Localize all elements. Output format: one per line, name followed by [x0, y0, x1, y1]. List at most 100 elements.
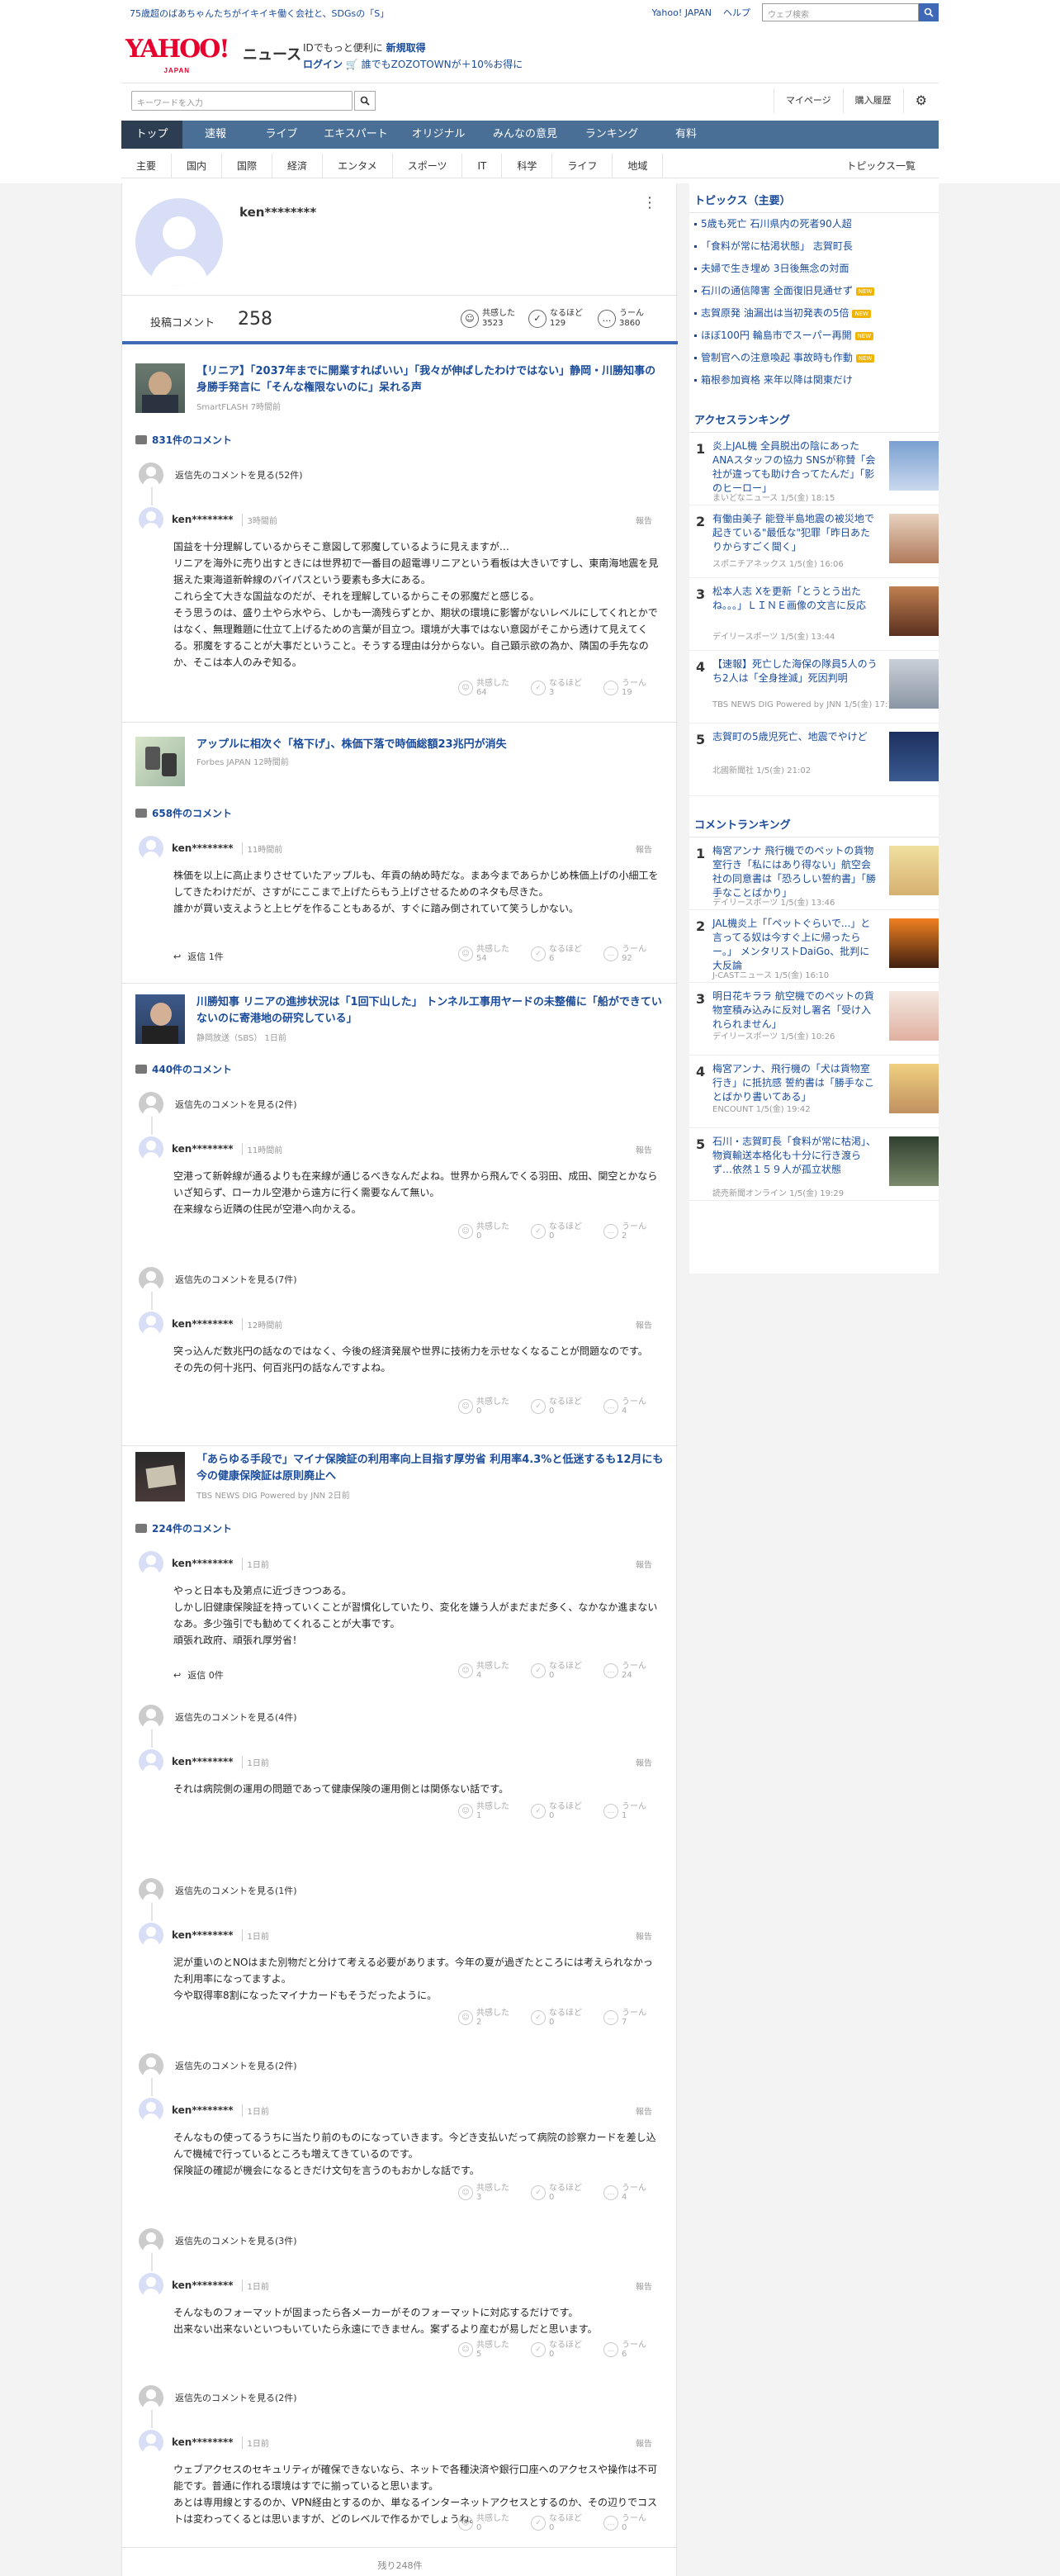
report-link[interactable]: 報告: [636, 1318, 652, 1331]
ranking-item[interactable]: 2 JAL機炎上「「ペットぐらいで...」と言ってる奴は今すぐ上に帰ったらー。」 …: [689, 910, 939, 983]
cat-sports[interactable]: スポーツ: [393, 154, 463, 178]
view-replies-link[interactable]: 返信先のコメントを見る(2件): [139, 1092, 297, 1117]
purchase-history-link[interactable]: 購入履歴: [842, 88, 903, 113]
comment-user[interactable]: ken********: [172, 2279, 234, 2291]
ranking-item[interactable]: 1 炎上JAL機 全員脱出の陰にあったANAスタッフの協力 SNSが称賛「会社が違…: [689, 433, 939, 505]
view-replies-link[interactable]: 返信先のコメントを見る(2件): [139, 2053, 297, 2078]
ranking-item[interactable]: 3 松本人志 Xを更新「とうとう出たね。。。」ＬＩＮＥ画像の文言に反応 デイリースポ…: [689, 578, 939, 651]
comment-user[interactable]: ken********: [172, 1318, 234, 1330]
hmm-button[interactable]: … うーん 6: [603, 2341, 665, 2359]
cat-world[interactable]: 国際: [222, 154, 273, 178]
empathy-button[interactable]: ☺ 共感した 54: [458, 945, 519, 963]
nav-original[interactable]: オリジナル: [397, 121, 480, 149]
comment-user[interactable]: ken********: [172, 514, 234, 525]
cat-main[interactable]: 主要: [121, 154, 173, 178]
comment-user[interactable]: ken********: [172, 842, 234, 854]
report-link[interactable]: 報告: [636, 1756, 652, 1768]
empathy-button[interactable]: ☺ 共感した 0: [458, 1222, 519, 1241]
ranking-item[interactable]: 5 石川・志賀町長「食料が常に枯渇」、物資輸送本格化も十分に行き渡らず…依然１５９…: [689, 1128, 939, 1201]
nav-breaking[interactable]: 速報: [182, 121, 248, 149]
register-link[interactable]: 新規取得: [386, 42, 426, 54]
report-link[interactable]: 報告: [636, 2104, 652, 2117]
naruhodo-button[interactable]: ✓ なるほど 0: [531, 1222, 592, 1241]
yahoo-japan-link[interactable]: Yahoo! JAPAN: [651, 7, 712, 18]
topic-item[interactable]: 箱根参加資格 来年以降は関東だけ: [689, 369, 939, 391]
hmm-button[interactable]: … うーん 1: [603, 1802, 665, 1820]
hmm-button[interactable]: … うーん 4: [603, 1397, 665, 1416]
empathy-button[interactable]: ☺ 共感した 2: [458, 2009, 519, 2027]
empathy-button[interactable]: ☺ 共感した 1: [458, 1802, 519, 1820]
nav-opinions[interactable]: みんなの意見: [480, 121, 570, 149]
comment-user[interactable]: ken********: [172, 1558, 234, 1569]
hmm-button[interactable]: … うーん 4: [603, 2184, 665, 2202]
nav-ranking[interactable]: ランキング: [570, 121, 653, 149]
hmm-button[interactable]: … うーん 19: [603, 679, 665, 697]
zozo-promo[interactable]: 誰でもZOZOTOWNが＋10%お得に: [362, 59, 523, 70]
article-thumbnail[interactable]: [135, 1452, 185, 1501]
comment-user[interactable]: ken********: [172, 1756, 234, 1767]
more-menu-icon[interactable]: ⋮: [642, 196, 657, 211]
naruhodo-button[interactable]: ✓ なるほど 0: [531, 2009, 592, 2027]
hmm-button[interactable]: … うーん 7: [603, 2009, 665, 2027]
empathy-button[interactable]: ☺ 共感した 4: [458, 1662, 519, 1680]
ranking-item[interactable]: 4 【速報】死亡した海保の隊員5人のうち2人は「全身挫滅」死因判明 TBS NEWS…: [689, 651, 939, 723]
empathy-button[interactable]: ☺ 共感した 0: [458, 1397, 519, 1416]
report-link[interactable]: 報告: [636, 1558, 652, 1570]
comment-user[interactable]: ken********: [172, 2436, 234, 2448]
comment-user[interactable]: ken********: [172, 2104, 234, 2116]
empathy-button[interactable]: ☺ 共感した 5: [458, 2341, 519, 2359]
help-link[interactable]: ヘルプ: [723, 6, 750, 19]
naruhodo-button[interactable]: ✓ なるほど 0: [531, 1397, 592, 1416]
topic-item[interactable]: ほぼ100円 輪島市でスーパー再開 NEW: [689, 325, 939, 347]
nav-top[interactable]: トップ: [121, 121, 182, 149]
empathy-button[interactable]: ☺ 共感した 0: [458, 2514, 519, 2532]
topic-item[interactable]: 管制官への注意喚起 事故時も作動 NEW: [689, 347, 939, 369]
reply-button[interactable]: ↩ 返信 0件: [173, 1668, 224, 1682]
report-link[interactable]: 報告: [636, 514, 652, 526]
topic-item[interactable]: 石川の通信障害 全面復旧見通せず NEW: [689, 280, 939, 302]
comment-user[interactable]: ken********: [172, 1929, 234, 1941]
ranking-item[interactable]: 2 有働由美子 能登半島地震の被災地で起きている"最低な"犯罪「昨日あたりからすご…: [689, 505, 939, 578]
article-title[interactable]: 川勝知事 リニアの進捗状況は「1回下山した」 トンネル工事用ヤードの未整備に「船…: [196, 994, 664, 1027]
keyword-search-button[interactable]: [354, 91, 376, 111]
promo-link[interactable]: 75歳超のばあちゃんたちがイキイキ働く会社と、SDGsの「S」: [130, 7, 389, 20]
empathy-button[interactable]: ☺ 共感した 3: [458, 2184, 519, 2202]
nav-live[interactable]: ライブ: [248, 121, 315, 149]
view-replies-link[interactable]: 返信先のコメントを見る(4件): [139, 1705, 297, 1729]
ranking-item[interactable]: 1 梅宮アンナ 飛行機でのペットの貨物室行き「私にはあり得ない」航空会社の同意書は…: [689, 837, 939, 910]
topics-list-link[interactable]: トピックス一覧: [831, 154, 930, 178]
reply-button[interactable]: ↩ 返信 1件: [173, 950, 224, 963]
article-thumbnail[interactable]: [135, 363, 185, 413]
cat-life[interactable]: ライフ: [552, 154, 613, 178]
comment-ranking-heading[interactable]: コメントランキング: [689, 808, 939, 837]
report-link[interactable]: 報告: [636, 842, 652, 855]
cat-local[interactable]: 地域: [613, 154, 664, 178]
hmm-button[interactable]: … うーん 92: [603, 945, 665, 963]
topic-item[interactable]: 志賀原発 油漏出は当初発表の5倍 NEW: [689, 302, 939, 325]
cat-domestic[interactable]: 国内: [172, 154, 223, 178]
empathy-button[interactable]: ☺ 共感した 64: [458, 679, 519, 697]
view-replies-link[interactable]: 返信先のコメントを見る(52件): [139, 463, 303, 487]
naruhodo-button[interactable]: ✓ なるほど 0: [531, 1662, 592, 1680]
topics-heading[interactable]: トピックス（主要）: [689, 183, 939, 213]
access-ranking-heading[interactable]: アクセスランキング: [689, 403, 939, 433]
cat-economy[interactable]: 経済: [272, 154, 324, 178]
comment-user[interactable]: ken********: [172, 1143, 234, 1155]
article-comment-count[interactable]: 224件のコメント: [135, 1521, 232, 1535]
login-link[interactable]: ログイン: [303, 59, 343, 70]
hmm-button[interactable]: … うーん 24: [603, 1662, 665, 1680]
article-comment-count[interactable]: 658件のコメント: [135, 806, 232, 820]
article-comment-count[interactable]: 440件のコメント: [135, 1062, 232, 1076]
naruhodo-button[interactable]: ✓ なるほど 6: [531, 945, 592, 963]
ranking-item[interactable]: 4 梅宮アンナ、飛行機の「犬は貨物室行き」に抵抗感 誓約書は「勝手なことばかり書い…: [689, 1056, 939, 1128]
report-link[interactable]: 報告: [636, 1143, 652, 1155]
settings-button[interactable]: ⚙: [902, 88, 939, 113]
article-title[interactable]: 【リニア】「2037年までに開業すればいい」「我々が伸ばしたわけではない」静岡・…: [196, 363, 664, 396]
web-search-input[interactable]: ウェブ検索: [762, 3, 919, 21]
view-replies-link[interactable]: 返信先のコメントを見る(7件): [139, 1267, 297, 1292]
cat-science[interactable]: 科学: [502, 154, 553, 178]
naruhodo-button[interactable]: ✓ なるほど 0: [531, 2341, 592, 2359]
ranking-item[interactable]: 3 明日花キララ 航空機でのペットの貨物室積み込みに反対し署名「受け入れられません…: [689, 983, 939, 1056]
mypage-link[interactable]: マイページ: [773, 88, 843, 113]
news-section-title[interactable]: ニュース: [243, 43, 301, 64]
